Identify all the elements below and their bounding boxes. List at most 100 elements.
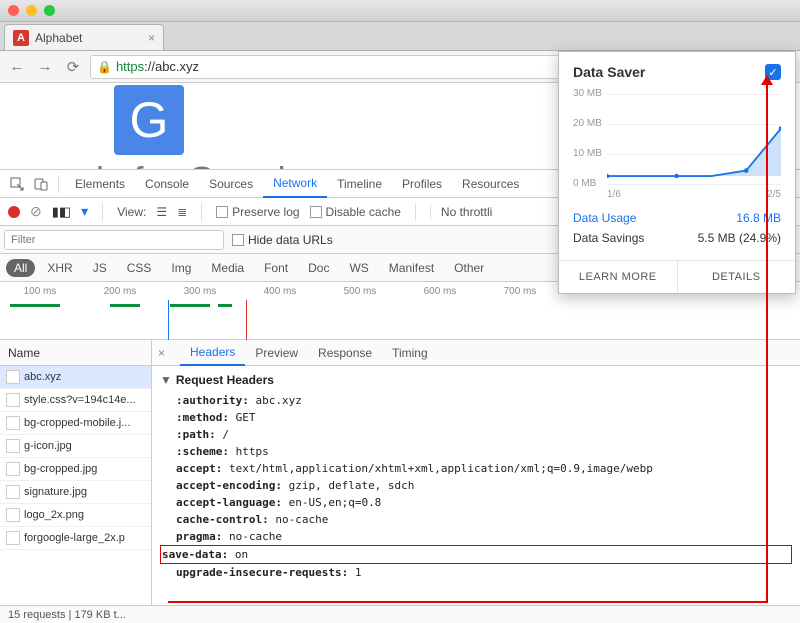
url-rest: ://abc.xyz (144, 59, 199, 74)
file-icon (6, 531, 20, 545)
devtools-tab-elements[interactable]: Elements (65, 170, 135, 198)
data-savings-label: Data Savings (573, 231, 644, 245)
minimize-window-button[interactable] (26, 5, 37, 16)
reload-button[interactable]: ⟳ (62, 56, 84, 78)
file-name: abc.xyz (24, 371, 61, 383)
annotation-arrow (766, 82, 768, 602)
type-filter-other[interactable]: Other (446, 259, 492, 277)
request-header-line: :authority: abc.xyz (160, 392, 792, 409)
network-request-row[interactable]: bg-cropped-mobile.j... (0, 412, 151, 435)
learn-more-button[interactable]: LEARN MORE (559, 261, 677, 293)
devtools-tab-sources[interactable]: Sources (199, 170, 263, 198)
preserve-log-checkbox[interactable]: Preserve log (216, 205, 299, 219)
file-icon (6, 485, 20, 499)
type-filter-media[interactable]: Media (203, 259, 252, 277)
file-name: bg-cropped-mobile.j... (24, 417, 130, 429)
type-filter-manifest[interactable]: Manifest (381, 259, 442, 277)
filter-icon[interactable]: ▾ (81, 203, 88, 220)
clear-button[interactable]: ⊘ (30, 203, 42, 220)
type-filter-css[interactable]: CSS (119, 259, 160, 277)
file-icon (6, 508, 20, 522)
file-icon (6, 416, 20, 430)
file-name: style.css?v=194c14e... (24, 394, 136, 406)
filter-input[interactable] (4, 230, 224, 250)
capture-screenshots-icon[interactable]: ▮◧ (52, 204, 71, 220)
detail-tab-preview[interactable]: Preview (245, 340, 308, 366)
detail-tab-timing[interactable]: Timing (382, 340, 438, 366)
timeline-tick: 200 ms (80, 286, 160, 297)
fullscreen-window-button[interactable] (44, 5, 55, 16)
data-saver-popup: Data Saver ✓ 30 MB 20 MB 10 MB 0 MB 1/6 … (558, 51, 796, 294)
ytick: 0 MB (573, 178, 596, 189)
detail-tab-response[interactable]: Response (308, 340, 382, 366)
network-request-row[interactable]: forgoogle-large_2x.p (0, 527, 151, 550)
network-file-list: Name abc.xyz style.css?v=194c14e... bg-cro… (0, 340, 152, 605)
devtools-tab-network[interactable]: Network (263, 170, 327, 198)
name-column-header[interactable]: Name (0, 340, 151, 366)
timeline-tick: 100 ms (0, 286, 80, 297)
xtick: 2/5 (767, 189, 781, 200)
annotation-arrow (168, 601, 768, 603)
devtools-tab-profiles[interactable]: Profiles (392, 170, 452, 198)
tab-title: Alphabet (35, 31, 82, 45)
timeline-tick: 300 ms (160, 286, 240, 297)
file-name: forgoogle-large_2x.p (24, 532, 125, 544)
type-filter-js[interactable]: JS (85, 259, 115, 277)
type-filter-img[interactable]: Img (163, 259, 199, 277)
type-filter-all[interactable]: All (6, 259, 35, 277)
request-header-line: accept-language: en-US,en;q=0.8 (160, 494, 792, 511)
request-headers-section[interactable]: ▼Request Headers (160, 372, 792, 389)
details-button[interactable]: DETAILS (677, 261, 796, 293)
network-request-row[interactable]: signature.jpg (0, 481, 151, 504)
type-filter-xhr[interactable]: XHR (39, 259, 80, 277)
back-button[interactable]: ← (6, 56, 28, 78)
type-filter-font[interactable]: Font (256, 259, 296, 277)
network-request-row[interactable]: style.css?v=194c14e... (0, 389, 151, 412)
view-waterfall-icon[interactable]: ≣ (177, 205, 187, 219)
file-name: g-icon.jpg (24, 440, 72, 452)
devtools-tab-console[interactable]: Console (135, 170, 199, 198)
ytick: 20 MB (573, 118, 602, 129)
device-mode-icon[interactable] (30, 173, 52, 195)
type-filter-doc[interactable]: Doc (300, 259, 337, 277)
throttling-select[interactable]: No throttli (430, 205, 492, 219)
request-header-line: :method: GET (160, 409, 792, 426)
devtools-statusbar: 15 requests | 179 KB t... (0, 605, 800, 623)
hide-data-urls-checkbox[interactable]: Hide data URLs (232, 233, 333, 247)
google-g-logo: G (114, 85, 184, 155)
detail-tab-headers[interactable]: Headers (180, 340, 245, 366)
network-request-row[interactable]: g-icon.jpg (0, 435, 151, 458)
browser-tab[interactable]: A Alphabet × (4, 24, 164, 50)
timeline-tick: 700 ms (480, 286, 560, 297)
network-detail-pane: × HeadersPreviewResponseTiming ▼Request … (152, 340, 800, 605)
data-savings-value: 5.5 MB (24.9%) (698, 231, 781, 245)
devtools-tab-resources[interactable]: Resources (452, 170, 529, 198)
data-saver-chart: 30 MB 20 MB 10 MB 0 MB 1/6 2/5 (573, 90, 781, 200)
network-request-row[interactable]: bg-cropped.jpg (0, 458, 151, 481)
forward-button[interactable]: → (34, 56, 56, 78)
request-header-line: accept: text/html,application/xhtml+xml,… (160, 460, 792, 477)
inspect-element-icon[interactable] (6, 173, 28, 195)
ytick: 10 MB (573, 148, 602, 159)
disable-cache-checkbox[interactable]: Disable cache (310, 205, 401, 219)
close-detail-icon[interactable]: × (158, 346, 176, 360)
record-button[interactable] (8, 206, 20, 218)
data-usage-label: Data Usage (573, 211, 636, 225)
network-request-row[interactable]: logo_2x.png (0, 504, 151, 527)
popup-title: Data Saver (573, 64, 765, 80)
type-filter-ws[interactable]: WS (341, 259, 376, 277)
ytick: 30 MB (573, 88, 602, 99)
file-icon (6, 462, 20, 476)
lock-icon: 🔒 (97, 60, 112, 74)
timeline-tick: 600 ms (400, 286, 480, 297)
close-window-button[interactable] (8, 5, 19, 16)
url-protocol: https (116, 59, 144, 74)
view-list-icon[interactable]: ☰ (156, 205, 167, 219)
devtools-tab-timeline[interactable]: Timeline (327, 170, 392, 198)
file-name: bg-cropped.jpg (24, 463, 97, 475)
network-request-row[interactable]: abc.xyz (0, 366, 151, 389)
request-header-line: upgrade-insecure-requests: 1 (160, 564, 792, 581)
request-header-line: save-data: on (160, 545, 792, 564)
close-tab-icon[interactable]: × (148, 31, 155, 45)
file-icon (6, 393, 20, 407)
